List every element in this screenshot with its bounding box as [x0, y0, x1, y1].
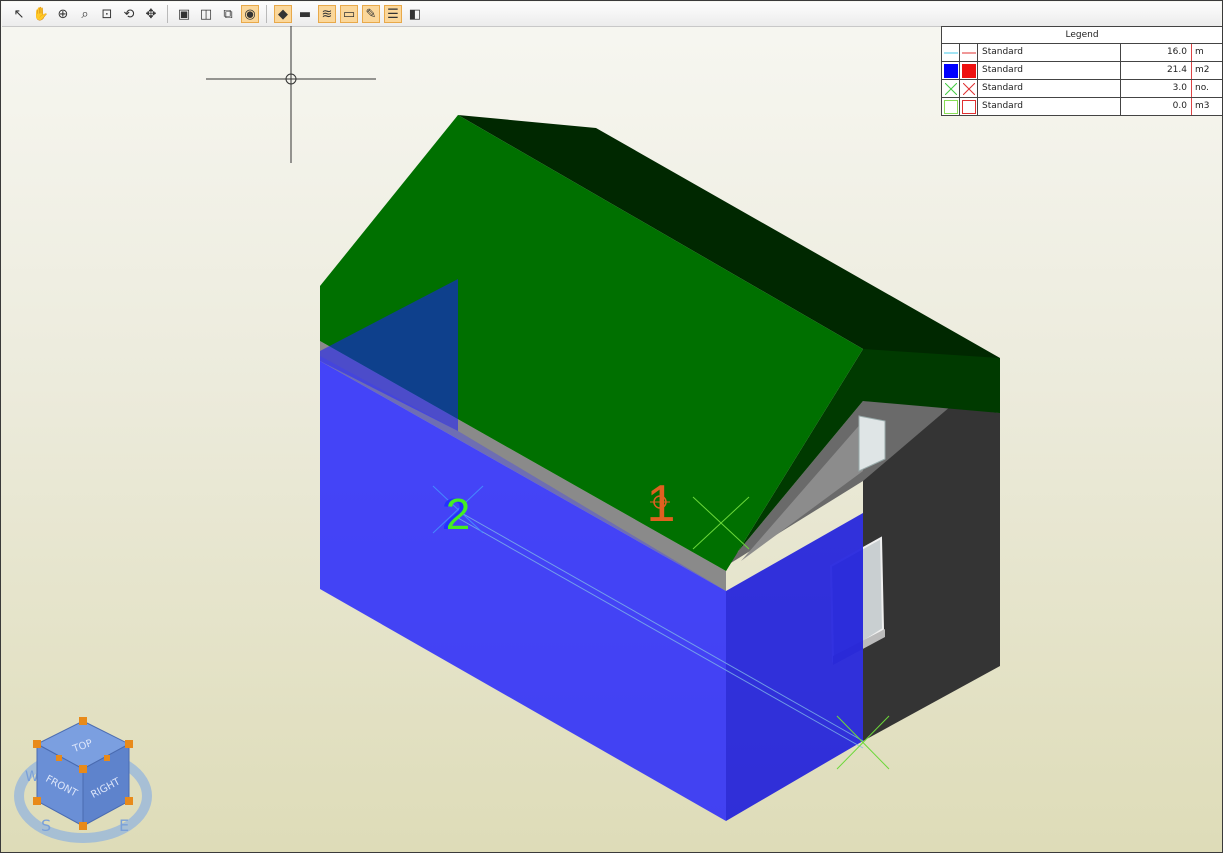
- legend-row[interactable]: Standard 16.0 m: [942, 44, 1222, 62]
- crosshair-cursor-icon: [206, 26, 376, 163]
- legend-row[interactable]: Standard 3.0 no.: [942, 80, 1222, 98]
- legend-row-name: Standard: [978, 62, 1121, 79]
- legend-row-unit: m2: [1195, 65, 1210, 75]
- legend-row[interactable]: Standard 0.0 m3: [942, 98, 1222, 115]
- marker-1-label[interactable]: 1: [647, 475, 676, 533]
- count-swatch-icon: [942, 80, 960, 97]
- count-swatch-alt-icon: [960, 80, 978, 97]
- legend-row-value: 16.0: [1121, 44, 1192, 61]
- legend-panel: Legend Standard 16.0 m Standard 21.4 m2 Standa…: [941, 26, 1222, 116]
- legend-row-unit: no.: [1195, 83, 1209, 93]
- volume-swatch-icon: [942, 98, 960, 115]
- marker-2-label[interactable]: 2: [446, 490, 470, 539]
- compass-s: S: [41, 816, 51, 835]
- area-swatch-alt-icon: [960, 62, 978, 79]
- legend-row-unit: m3: [1195, 101, 1210, 111]
- legend-row-name: Standard: [978, 80, 1121, 97]
- legend-row-value: 21.4: [1121, 62, 1192, 79]
- compass-e: E: [119, 816, 129, 835]
- legend-row-value: 3.0: [1121, 80, 1192, 97]
- line-swatch-alt-icon: [960, 44, 978, 61]
- legend-title: Legend: [942, 27, 1222, 44]
- legend-row-name: Standard: [978, 98, 1121, 115]
- view-cube[interactable]: W S E TOP FRONT RIGHT: [11, 711, 161, 846]
- legend-row-unit: m: [1195, 47, 1204, 57]
- volume-swatch-alt-icon: [960, 98, 978, 115]
- area-swatch-icon: [942, 62, 960, 79]
- area-overlay-right[interactable]: [726, 513, 863, 821]
- viewport-frame: ↖ ✋ ⊕ ⌕ ⊡ ⟲ ✥ ▣ ◫ ⧉ ◉ ◆ ▬ ≋ ▭ ✎ ☰ ◧ 1 2 …: [0, 0, 1223, 853]
- legend-row[interactable]: Standard 21.4 m2: [942, 62, 1222, 80]
- legend-row-value: 0.0: [1121, 98, 1192, 115]
- line-swatch-icon: [942, 44, 960, 61]
- legend-row-name: Standard: [978, 44, 1121, 61]
- viewport-3d[interactable]: 1 2 2: [1, 1, 1222, 852]
